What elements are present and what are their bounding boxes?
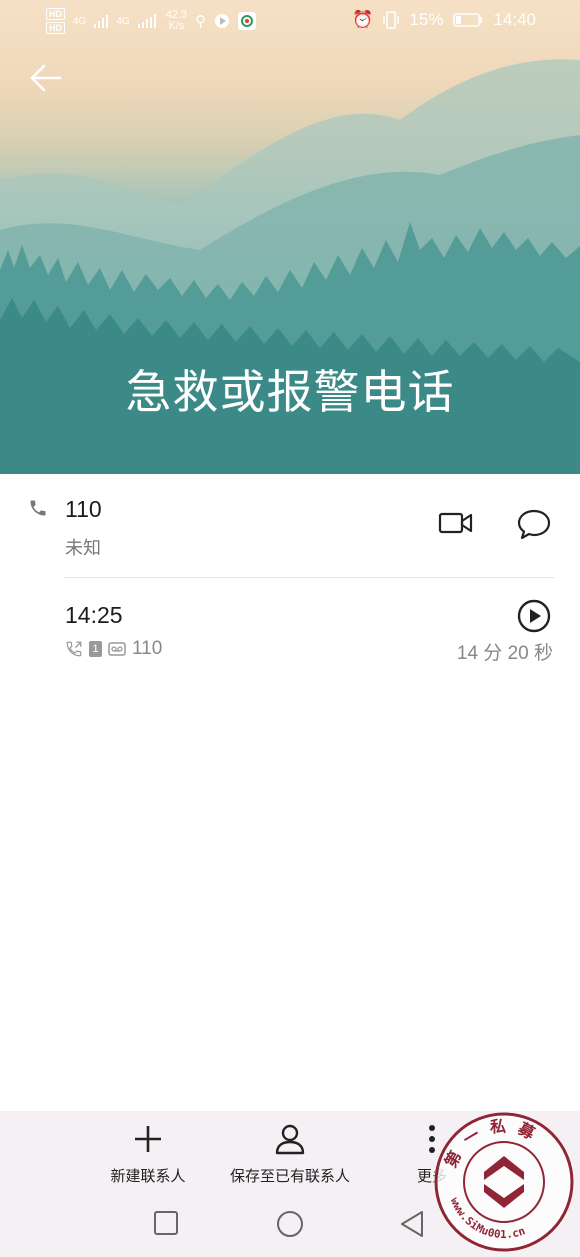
battery-icon [453, 13, 483, 27]
plus-icon [135, 1126, 161, 1152]
chat-bubble-icon [517, 509, 551, 540]
sim-card-icon: 1 [89, 641, 102, 657]
number-location: 未知 [65, 538, 101, 559]
watermark-stamp: 第一私募 www.SiMu001.cn [434, 1112, 574, 1252]
video-camera-icon [438, 512, 473, 534]
save-existing-label: 保存至已有联系人 [229, 1167, 350, 1185]
phone-icon [30, 500, 46, 516]
square-icon [154, 1211, 178, 1235]
signal-icon [94, 15, 109, 28]
network-speed: 42.3 K/s [166, 10, 187, 32]
contact-number-row[interactable]: 110 未知 [0, 474, 580, 578]
status-right: ⏰ 15% 14:40 [352, 10, 536, 30]
triangle-back-icon [401, 1211, 423, 1237]
app-notification-icon [238, 12, 257, 30]
signal-icon [137, 14, 156, 28]
circle-home-icon [277, 1211, 303, 1237]
call-time: 14:25 [65, 602, 123, 628]
hd-indicators: HD HD [46, 8, 65, 34]
network-type: 4G [116, 15, 130, 27]
search-icon: ⚲ [195, 13, 207, 30]
alarm-icon: ⏰ [352, 10, 374, 29]
status-left: HD HD 4G 4G 42.3 K/s ⚲ [46, 8, 257, 34]
new-contact-button[interactable]: 新建联系人 [98, 1123, 198, 1186]
network-type: 4G [73, 15, 87, 27]
arrow-left-icon [30, 64, 62, 92]
call-duration: 14 分 20 秒 [456, 643, 553, 664]
vibrate-icon [383, 11, 400, 29]
recents-button[interactable] [152, 1209, 180, 1241]
phone-number: 110 [65, 496, 102, 522]
hd-icon: HD [46, 8, 65, 20]
back-nav-button[interactable] [398, 1209, 426, 1243]
clock: 14:40 [493, 10, 536, 29]
speed-unit: K/s [168, 20, 185, 32]
home-button[interactable] [275, 1209, 305, 1243]
contact-name-title: 急救或报警电话 [125, 365, 455, 419]
call-meta: 1 110 [65, 638, 162, 660]
new-contact-label: 新建联系人 [110, 1167, 186, 1185]
battery-percent: 15% [409, 10, 444, 29]
message-button[interactable] [516, 508, 552, 544]
play-recording-button[interactable] [517, 599, 551, 637]
back-button[interactable] [26, 58, 66, 98]
call-log-entry[interactable]: 14:25 1 110 14 分 20 秒 [0, 578, 580, 678]
play-store-icon [215, 14, 230, 28]
header-banner: HD HD 4G 4G 42.3 K/s ⚲ ⏰ 15% 14:40 急救或报警… [0, 0, 580, 474]
status-bar: HD HD 4G 4G 42.3 K/s ⚲ ⏰ 15% 14:40 [0, 0, 580, 44]
hd-icon: HD [46, 22, 65, 34]
voicemail-icon [108, 642, 126, 656]
video-call-button[interactable] [438, 510, 474, 540]
call-number: 110 [132, 638, 163, 659]
play-circle-icon [517, 599, 551, 633]
person-icon [275, 1124, 305, 1155]
save-to-existing-button[interactable]: 保存至已有联系人 [218, 1123, 362, 1186]
outgoing-call-icon [66, 641, 82, 657]
